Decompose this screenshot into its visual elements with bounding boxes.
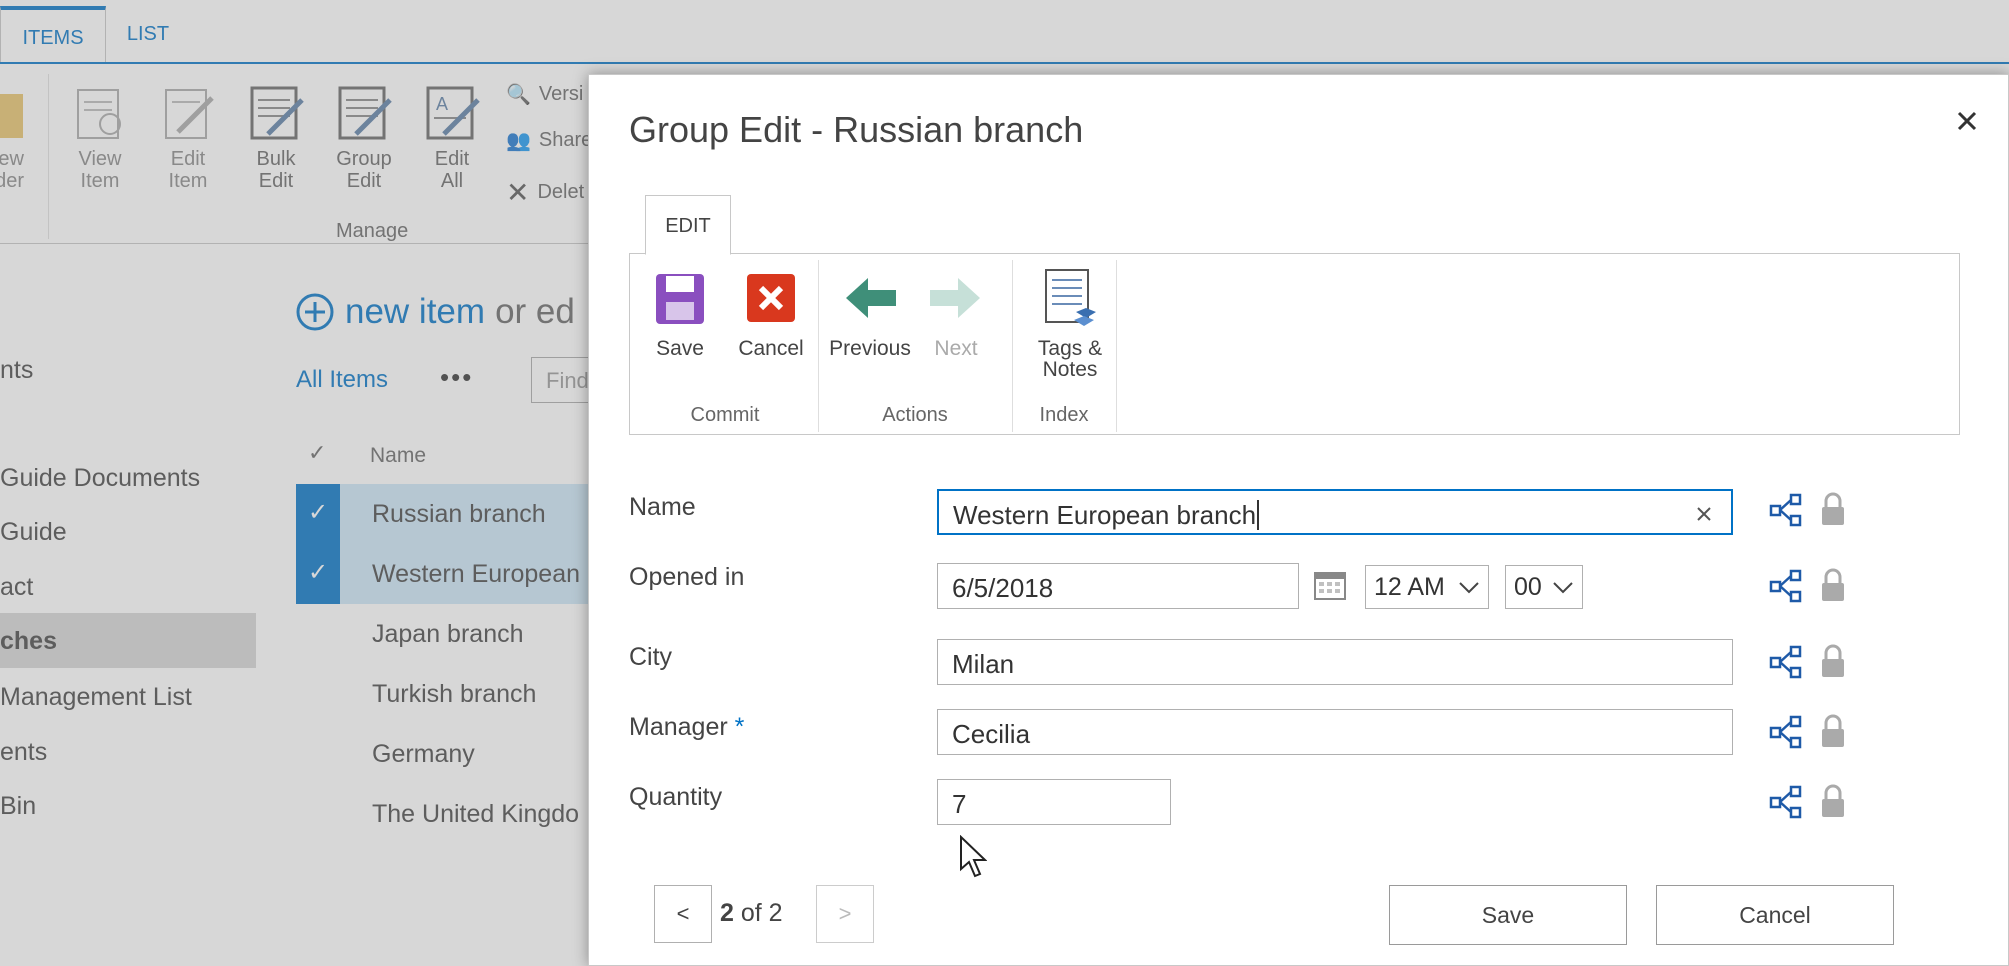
group-edit-dialog: Group Edit - Russian branch EDIT Save Ca…	[588, 74, 2009, 966]
lock-icon[interactable]	[1819, 491, 1847, 527]
name-input[interactable]: Western European branch​	[937, 489, 1733, 535]
clear-icon[interactable]	[1693, 503, 1715, 525]
city-input[interactable]: Milan	[937, 639, 1733, 685]
previous-label: Previous	[829, 337, 911, 360]
ribbon-separator	[818, 260, 819, 432]
share-icon[interactable]	[1769, 645, 1803, 679]
lock-icon[interactable]	[1819, 713, 1847, 749]
text-cursor: ​	[1257, 500, 1260, 530]
dialog-ribbon: Save Cancel Previous Next Tags & Notes C…	[629, 253, 1960, 435]
group-label-index: Index	[1039, 404, 1089, 426]
arrow-right-icon	[928, 268, 984, 328]
chevron-down-icon	[1459, 582, 1479, 594]
cancel-button[interactable]: Cancel	[1656, 885, 1894, 945]
calendar-icon[interactable]	[1313, 569, 1347, 601]
hour-select[interactable]: 12 AM	[1365, 565, 1489, 609]
tags-notes-label: Tags & Notes	[1037, 337, 1103, 381]
ribbon-save-label: Save	[656, 337, 704, 360]
mouse-pointer-icon	[960, 835, 987, 878]
save-floppy-icon	[652, 268, 708, 328]
share-icon[interactable]	[1769, 715, 1803, 749]
manager-label-text: Manager	[629, 713, 728, 741]
quantity-input[interactable]: 7	[937, 779, 1171, 825]
pager-current: 2	[720, 899, 734, 927]
dialog-title: Group Edit - Russian branch	[629, 109, 1084, 150]
share-icon[interactable]	[1769, 493, 1803, 527]
next-label: Next	[934, 337, 978, 360]
close-icon[interactable]	[1947, 101, 1987, 141]
required-asterisk: *	[734, 713, 745, 741]
tab-edit[interactable]: EDIT	[645, 195, 731, 255]
previous-button[interactable]: Previous	[826, 268, 914, 359]
pager-prev-button[interactable]: <	[654, 885, 712, 943]
minute-select[interactable]: 00	[1505, 565, 1583, 609]
group-label-actions: Actions	[882, 404, 948, 426]
ribbon-save-button[interactable]: Save	[648, 268, 712, 359]
next-button[interactable]: Next	[924, 268, 988, 359]
tags-notes-icon	[1042, 268, 1098, 328]
opened-date-input[interactable]: 6/5/2018	[937, 563, 1299, 609]
manager-label: Manager *	[629, 713, 744, 742]
manager-input[interactable]: Cecilia	[937, 709, 1733, 755]
group-label-commit: Commit	[690, 404, 760, 426]
ribbon-separator	[1116, 260, 1117, 432]
save-button[interactable]: Save	[1389, 885, 1627, 945]
lock-icon[interactable]	[1819, 567, 1847, 603]
opened-in-label: Opened in	[629, 563, 745, 591]
name-value: Western European branch	[953, 500, 1257, 530]
hour-value: 12 AM	[1374, 572, 1445, 601]
arrow-left-icon	[842, 268, 898, 328]
tags-notes-button[interactable]: Tags & Notes	[1022, 268, 1118, 380]
name-label: Name	[629, 493, 696, 521]
pager-total: of 2	[740, 899, 783, 927]
quantity-label: Quantity	[629, 783, 723, 811]
pager-text: 2 of 2	[720, 899, 783, 928]
ribbon-separator	[1012, 260, 1013, 432]
pager-next-button[interactable]: >	[816, 885, 874, 943]
ribbon-cancel-label: Cancel	[738, 337, 804, 360]
lock-icon[interactable]	[1819, 783, 1847, 819]
minute-value: 00	[1514, 572, 1542, 601]
city-label: City	[629, 643, 673, 671]
share-icon[interactable]	[1769, 785, 1803, 819]
ribbon-cancel-button[interactable]: Cancel	[730, 268, 812, 359]
share-icon[interactable]	[1769, 569, 1803, 603]
lock-icon[interactable]	[1819, 643, 1847, 679]
cancel-x-icon	[743, 268, 799, 328]
chevron-down-icon	[1553, 582, 1573, 594]
